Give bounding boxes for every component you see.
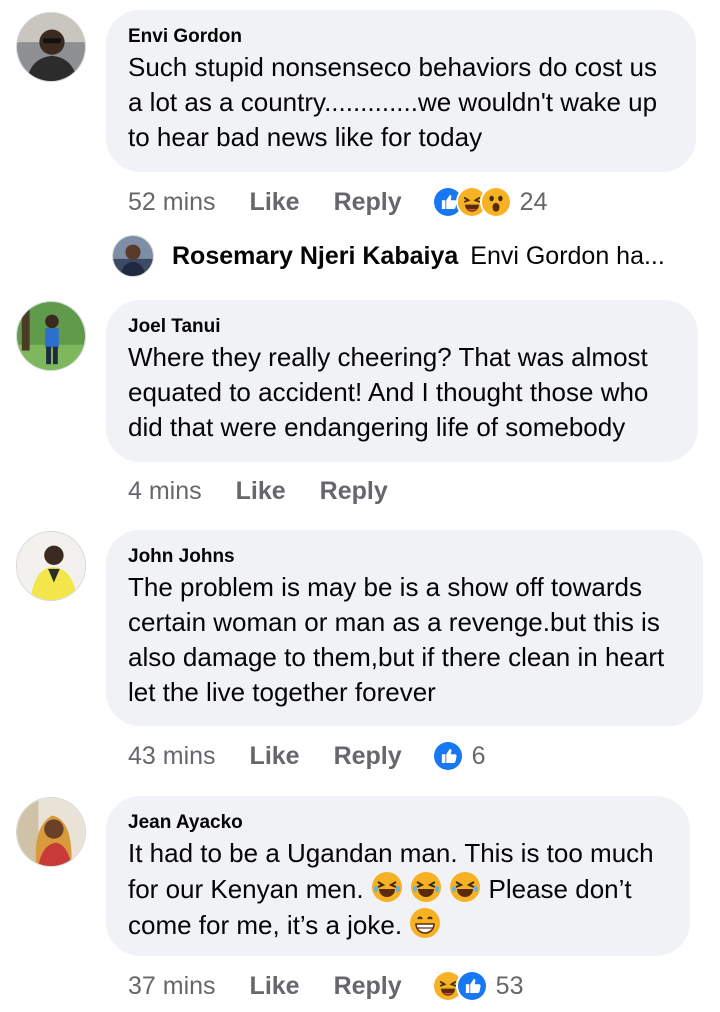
comment-author[interactable]: Joel Tanui	[128, 314, 676, 340]
comment-text-line: also damage to them,but if there clean i…	[128, 642, 665, 672]
timestamp: 43 mins	[128, 741, 216, 770]
reply-button[interactable]: Reply	[334, 742, 402, 771]
timestamp: 52 mins	[128, 187, 216, 216]
like-button[interactable]: Like	[236, 477, 286, 506]
comment-text-segment: for our Kenyan men.	[128, 874, 364, 904]
wow-icon	[479, 186, 512, 218]
reply-button[interactable]: Reply	[320, 477, 388, 506]
avatar[interactable]	[16, 797, 86, 867]
comment-author[interactable]: Jean Ayacko	[128, 810, 668, 836]
like-button[interactable]: Like	[250, 188, 300, 217]
comment-author[interactable]: John Johns	[128, 544, 681, 570]
reactions-summary[interactable]: 6	[431, 740, 486, 772]
reply-button[interactable]: Reply	[334, 972, 402, 1001]
grinning-emoji-icon	[409, 907, 441, 939]
like-button[interactable]: Like	[250, 742, 300, 771]
reply-preview-text: Envi Gordon ha...	[470, 241, 665, 270]
comment-text-line: Where they really cheering? That was alm…	[128, 342, 648, 372]
reaction-count: 6	[471, 741, 486, 770]
like-icon	[431, 740, 464, 772]
comment-text-segment: Please don’t	[488, 874, 632, 904]
comment-text-line: a lot as a country.............we wouldn…	[128, 87, 658, 117]
comment-text-line: equated to accident! And I thought those…	[128, 377, 649, 407]
comment-text-line: It had to be a Ugandan man. This is too …	[128, 838, 654, 868]
avatar[interactable]	[16, 301, 86, 371]
timestamp: 37 mins	[128, 971, 216, 1000]
comment-text-line: certain woman or man as a revenge.but th…	[128, 607, 660, 637]
comment-bubble: Joel Tanui Where they really cheering? T…	[106, 300, 698, 462]
laughing-emoji-icon	[449, 871, 481, 903]
reply-preview[interactable]: Rosemary Njeri Kabaiya Envi Gordon ha...	[112, 234, 665, 278]
comment-text-line: for our Kenyan men. Please don’t	[128, 871, 668, 907]
reaction-count: 53	[495, 971, 524, 1000]
comment-text-line: did that were endangering life of somebo…	[128, 412, 626, 442]
reactions-summary[interactable]: 24	[431, 186, 548, 218]
comment-actions: 4 mins Like Reply	[128, 471, 422, 511]
comment-text-segment: come for me, it’s a joke.	[128, 910, 403, 940]
comment-text-line: Such stupid nonsenseco behaviors do cost…	[128, 52, 658, 82]
avatar[interactable]	[16, 531, 86, 601]
comment-bubble: Jean Ayacko It had to be a Ugandan man. …	[106, 796, 690, 956]
reaction-count: 24	[519, 187, 548, 216]
like-icon	[455, 970, 488, 1002]
comment-text-line: let the live together forever	[128, 677, 436, 707]
comment-bubble: John Johns The problem is may be is a sh…	[106, 530, 703, 726]
comment-text-line: The problem is may be is a show off towa…	[128, 572, 642, 602]
avatar[interactable]	[16, 12, 86, 82]
comment-bubble: Envi Gordon Such stupid nonsenseco behav…	[106, 10, 696, 172]
laughing-emoji-icon	[371, 871, 403, 903]
avatar	[112, 235, 154, 277]
reactions-summary[interactable]: 53	[431, 970, 524, 1002]
comment-text-line: to hear bad news like for today	[128, 122, 483, 152]
comment-actions: 52 mins Like Reply 24	[128, 182, 547, 222]
comment-author[interactable]: Envi Gordon	[128, 24, 674, 50]
laughing-emoji-icon	[410, 871, 442, 903]
comment-actions: 37 mins Like Reply 53	[128, 966, 523, 1006]
reply-button[interactable]: Reply	[334, 188, 402, 217]
comment-text-line: come for me, it’s a joke.	[128, 907, 668, 943]
timestamp: 4 mins	[128, 476, 202, 505]
comment-actions: 43 mins Like Reply 6	[128, 736, 486, 776]
like-button[interactable]: Like	[250, 972, 300, 1001]
reply-author[interactable]: Rosemary Njeri Kabaiya	[172, 242, 458, 271]
